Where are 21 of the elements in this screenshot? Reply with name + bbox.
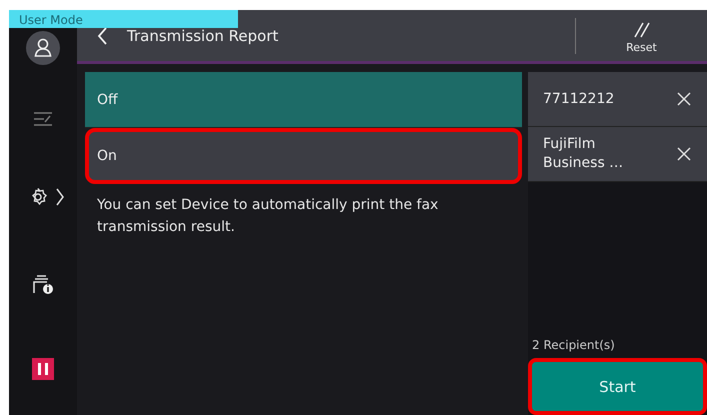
option-item[interactable]: Off — [85, 72, 522, 128]
recipient-item[interactable]: FujiFilm Business … — [528, 127, 707, 182]
reset-icon — [632, 22, 650, 38]
printer-info-icon[interactable] — [32, 273, 54, 295]
back-icon[interactable] — [97, 26, 107, 44]
start-button[interactable]: Start — [528, 358, 707, 415]
pause-icon[interactable] — [32, 358, 54, 380]
screen-title: Transmission Report — [127, 26, 280, 44]
fax-icon[interactable] — [32, 111, 54, 127]
recipient-name: FujiFilm Business … — [543, 135, 624, 173]
reset-button[interactable]: Reset — [576, 10, 707, 61]
user-icon[interactable] — [26, 31, 60, 65]
close-icon[interactable] — [677, 92, 691, 106]
option-item[interactable]: On — [85, 128, 522, 184]
recipient-item[interactable]: 77112212 — [528, 72, 707, 127]
description-text: You can set Device to automatically print the fax transmission result. — [97, 196, 440, 237]
chevron-right-icon[interactable] — [56, 188, 64, 206]
close-icon[interactable] — [677, 147, 691, 161]
mode-label: User Mode — [9, 10, 238, 28]
recipient-name: 77112212 — [543, 90, 616, 108]
recipient-count: 2 Recipient(s) — [531, 338, 616, 354]
